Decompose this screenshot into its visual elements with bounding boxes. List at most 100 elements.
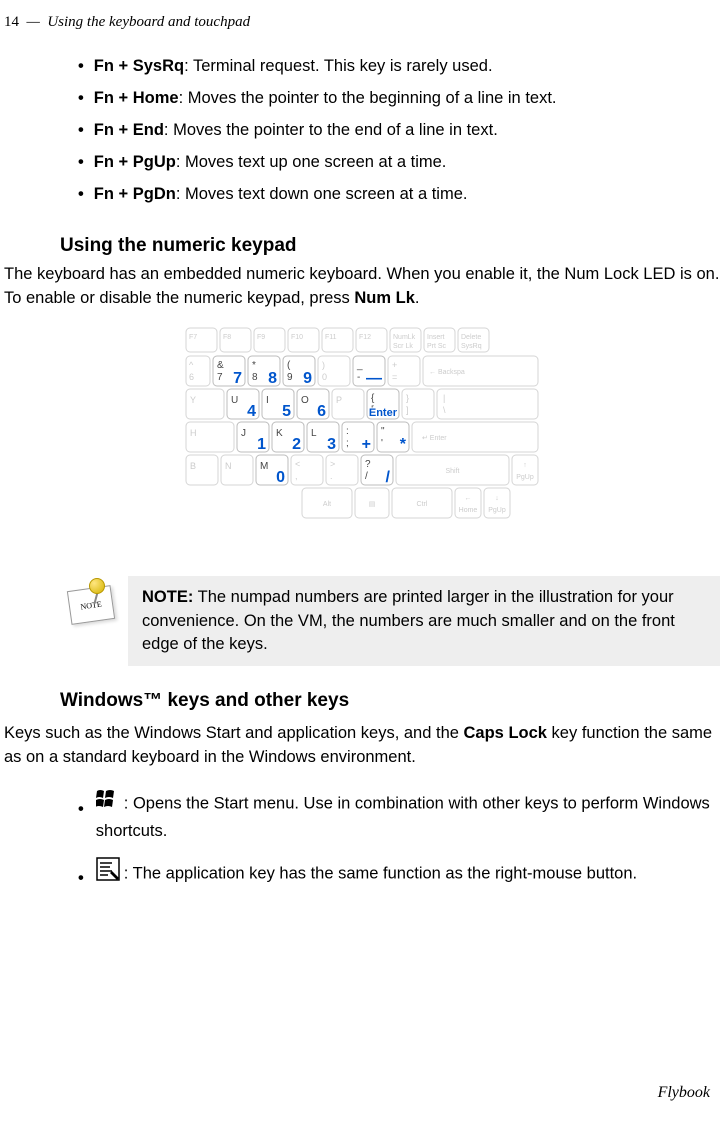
svg-text:0: 0 [322, 372, 327, 382]
svg-text:?: ? [365, 459, 371, 470]
heading-numeric-keypad: Using the numeric keypad [60, 235, 724, 257]
svg-text:.: . [330, 471, 333, 481]
svg-text:Y: Y [190, 395, 196, 405]
list-item: • Fn + PgDn: Moves text down one screen a… [78, 183, 724, 207]
svg-text:]: ] [406, 405, 409, 415]
svg-text:PgUp: PgUp [488, 507, 506, 514]
svg-text:/: / [386, 469, 391, 486]
svg-text:<: < [295, 459, 300, 469]
bullet-dot: • [78, 151, 84, 175]
svg-text:1: 1 [257, 436, 266, 453]
svg-text:;: ; [346, 438, 349, 449]
footer-book-title: Flybook [658, 1084, 710, 1102]
svg-text:↵ Enter: ↵ Enter [422, 435, 447, 442]
svg-text:PgUp: PgUp [516, 474, 534, 481]
fn-key-term: Fn + SysRq [94, 57, 184, 75]
list-item: • Fn + PgUp: Moves text up one screen at … [78, 151, 724, 175]
fn-key-term: Fn + Home [94, 89, 179, 107]
svg-text:N: N [225, 461, 232, 471]
svg-text:F12: F12 [359, 334, 371, 341]
svg-text:8: 8 [268, 370, 277, 387]
svg-text:>: > [330, 459, 335, 469]
svg-text:Alt: Alt [323, 501, 331, 508]
fn-key-desc: : Moves text up one screen at a time. [176, 153, 447, 171]
bullet-dot: • [78, 183, 84, 207]
note-block: NOTE NOTE: The numpad numbers are printe… [60, 576, 720, 665]
heading-windows-keys: Windows™ keys and other keys [60, 690, 724, 712]
svg-text:U: U [231, 395, 238, 406]
list-item: • Fn + Home: Moves the pointer to the beg… [78, 87, 724, 111]
svg-text:Ctrl: Ctrl [417, 501, 428, 508]
list-item: • Fn + SysRq: Terminal request. This key … [78, 55, 724, 79]
paragraph-numeric-keypad: The keyboard has an embedded numeric key… [4, 263, 720, 311]
svg-text:9: 9 [287, 372, 293, 383]
fn-key-desc: : Moves text down one screen at a time. [176, 185, 468, 203]
svg-text:F10: F10 [291, 334, 303, 341]
svg-text:=: = [392, 372, 397, 382]
svg-text:Delete: Delete [461, 334, 481, 341]
svg-text:*: * [252, 360, 256, 371]
svg-text:}: } [406, 393, 409, 403]
winlist-item-text: : The application key has the same funct… [124, 865, 637, 883]
svg-text:NumLk: NumLk [393, 334, 416, 341]
svg-text:": " [381, 426, 385, 437]
note-pin-icon: NOTE [60, 576, 128, 665]
fn-key-list: • Fn + SysRq: Terminal request. This key … [78, 55, 724, 207]
header-separator: — [27, 14, 40, 30]
svg-text:|: | [443, 393, 445, 403]
fn-key-desc: : Terminal request. This key is rarely u… [184, 57, 492, 75]
svg-text:/: / [365, 471, 368, 482]
svg-text:0: 0 [276, 469, 285, 486]
windows-key-list: • : Opens the Start menu. Use in combina… [78, 788, 724, 892]
svg-text:': ' [381, 438, 383, 449]
svg-text:Shift: Shift [445, 468, 459, 475]
svg-text:8: 8 [252, 372, 258, 383]
svg-text:↓: ↓ [495, 495, 499, 502]
bullet-dot: • [78, 798, 84, 822]
list-item: • : Opens the Start menu. Use in combina… [78, 788, 724, 844]
bullet-dot: • [78, 867, 84, 891]
svg-text:F8: F8 [223, 334, 231, 341]
svg-text:Prt Sc: Prt Sc [427, 343, 447, 350]
bullet-dot: • [78, 55, 84, 79]
svg-text:Enter: Enter [369, 407, 398, 419]
svg-text:M: M [260, 461, 268, 472]
svg-text:▤: ▤ [369, 501, 376, 508]
svg-text:+: + [362, 436, 371, 453]
fn-key-desc: : Moves the pointer to the end of a line… [164, 121, 498, 139]
para-numeric-post: . [415, 289, 420, 307]
svg-text:SysRq: SysRq [461, 343, 482, 350]
svg-text:F7: F7 [189, 334, 197, 341]
note-body: NOTE: The numpad numbers are printed lar… [128, 576, 720, 665]
svg-text:6: 6 [189, 372, 194, 382]
list-item: • Fn + End: Moves the pointer to the end … [78, 119, 724, 143]
svg-text:Scr Lk: Scr Lk [393, 343, 413, 350]
fn-key-term: Fn + End [94, 121, 164, 139]
svg-text:J: J [241, 428, 246, 439]
fn-key-term: Fn + PgUp [94, 153, 176, 171]
bullet-dot: • [78, 87, 84, 111]
svg-text:4: 4 [247, 403, 256, 420]
page-header: 14 — Using the keyboard and touchpad [0, 14, 724, 31]
svg-text:← Backspa: ← Backspa [429, 369, 465, 376]
svg-text:—: — [366, 370, 382, 387]
svg-text:): ) [322, 360, 325, 370]
paragraph-windows-keys: Keys such as the Windows Start and appli… [4, 722, 720, 770]
svg-text:7: 7 [233, 370, 242, 387]
bullet-dot: • [78, 119, 84, 143]
svg-text:2: 2 [292, 436, 301, 453]
fn-key-term: Fn + PgDn [94, 185, 176, 203]
fn-key-desc: : Moves the pointer to the beginning of … [179, 89, 557, 107]
svg-text:←: ← [465, 495, 472, 502]
winlist-item-text: : Opens the Start menu. Use in combinati… [96, 794, 710, 840]
svg-text:L: L [311, 428, 317, 439]
svg-text:*: * [400, 436, 407, 453]
svg-text:I: I [266, 395, 269, 406]
svg-text:7: 7 [217, 372, 223, 383]
svg-text:6: 6 [317, 403, 326, 420]
svg-text:Insert: Insert [427, 334, 445, 341]
svg-text:Home: Home [459, 507, 478, 514]
svg-text:↑: ↑ [523, 462, 527, 469]
svg-text:&: & [217, 360, 224, 371]
svg-text:9: 9 [303, 370, 312, 387]
